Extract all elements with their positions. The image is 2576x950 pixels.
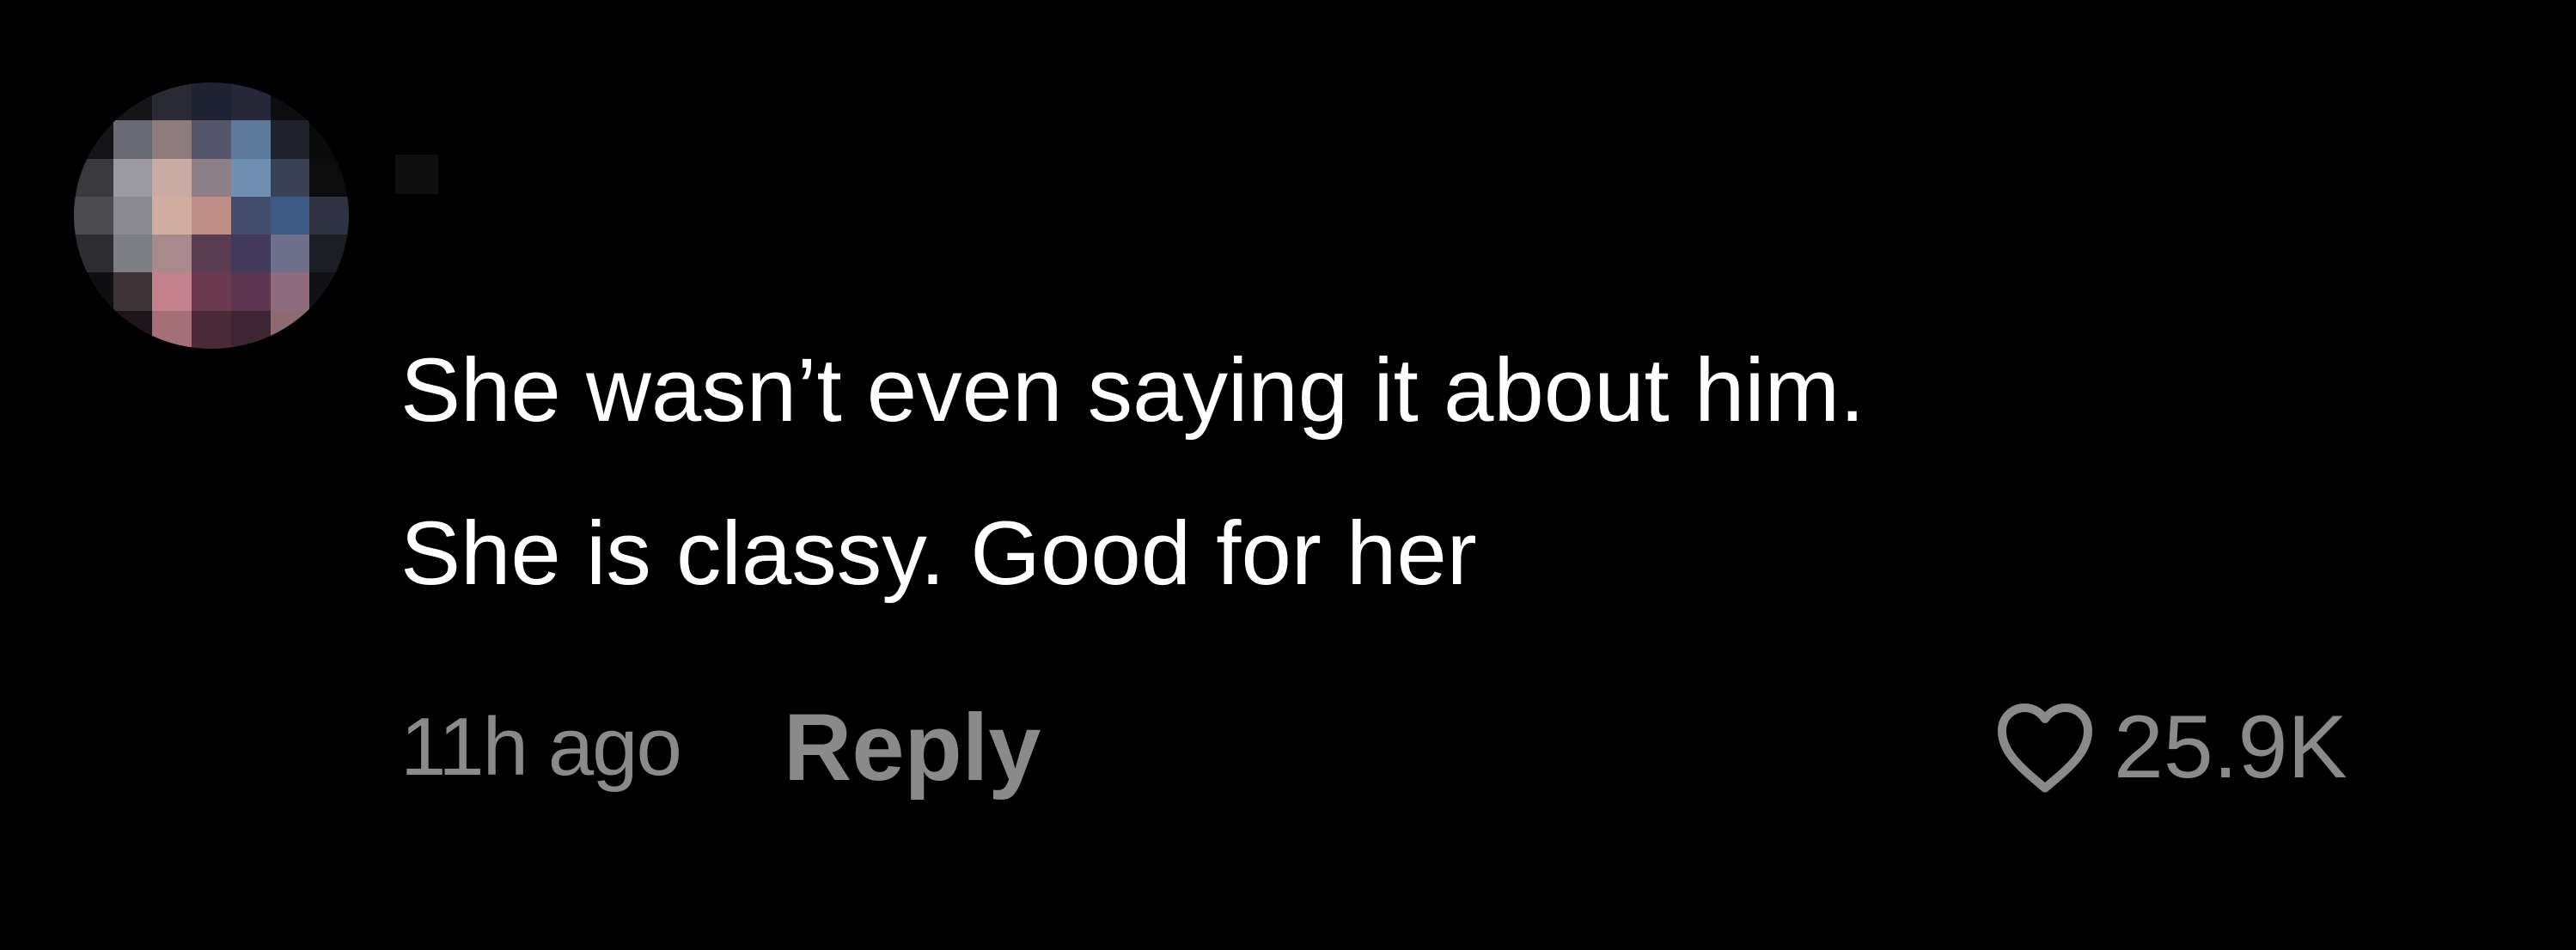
timestamp: 11h ago	[400, 701, 682, 793]
comment-item: She wasn’t even saying it about him. She…	[0, 0, 2576, 950]
comment-text-line: She wasn’t even saying it about him.	[400, 340, 1865, 441]
like-button[interactable]: 25.9K	[1993, 687, 2347, 807]
comment-text-line: She is classy. Good for her	[400, 503, 1477, 604]
username-redacted[interactable]	[395, 155, 438, 194]
like-count: 25.9K	[2114, 697, 2347, 797]
reply-button[interactable]: Reply	[784, 693, 1041, 802]
comment-meta: 11h ago Reply	[400, 687, 1041, 807]
avatar[interactable]	[74, 82, 349, 349]
heart-icon[interactable]	[1993, 700, 2097, 795]
comment-text: She wasn’t even saying it about him. She…	[400, 309, 2377, 636]
